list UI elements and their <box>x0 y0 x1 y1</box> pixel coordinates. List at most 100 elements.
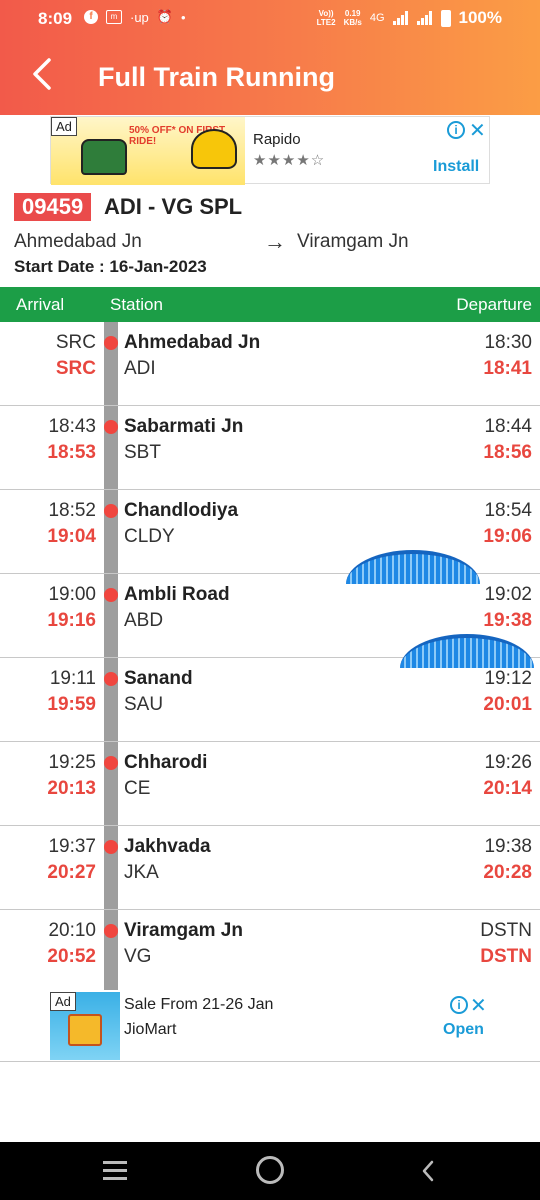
table-row[interactable]: 20:10 20:52 Viramgam Jn VG DSTN DSTN <box>0 910 540 994</box>
table-row[interactable]: SRC SRC Ahmedabad Jn ADI 18:30 18:41 <box>0 322 540 406</box>
table-row[interactable]: 19:37 20:27 Jakhvada JKA 19:38 20:28 <box>0 826 540 910</box>
message-icon: m <box>106 10 122 24</box>
back-button[interactable] <box>22 56 62 96</box>
arrival-scheduled: 19:37 <box>48 836 96 857</box>
facebook-icon: f <box>84 10 98 24</box>
table-row[interactable]: 19:25 20:13 Chharodi CE 19:26 20:14 <box>0 742 540 826</box>
arrival-scheduled: 18:52 <box>48 500 96 521</box>
column-departure: Departure <box>456 295 532 314</box>
departure-actual: 19:38 <box>483 610 532 631</box>
station-code: SBT <box>124 442 161 463</box>
info-icon[interactable]: i <box>450 996 468 1014</box>
station-code: ADI <box>124 358 156 379</box>
auto-rickshaw-image <box>81 139 127 175</box>
alarm-icon: ⏰ <box>156 9 173 24</box>
arrival-scheduled: SRC <box>55 332 96 353</box>
home-icon[interactable] <box>256 1156 284 1184</box>
arrival-actual: 18:53 <box>47 442 96 463</box>
departure-actual: 19:06 <box>483 526 532 547</box>
departure-scheduled: 19:02 <box>484 584 532 605</box>
departure-actual: 20:28 <box>483 862 532 883</box>
station-code: CE <box>124 778 151 799</box>
departure-actual: DSTN <box>480 946 532 967</box>
status-time: 8:09 <box>38 9 73 28</box>
departure-actual: 20:01 <box>483 694 532 715</box>
station-code: VG <box>124 946 152 967</box>
station-code: JKA <box>124 862 159 883</box>
train-number-badge: 09459 <box>14 193 92 221</box>
departure-scheduled: 18:44 <box>484 416 532 437</box>
ad-banner-top[interactable]: 50% OFF* ON FIRST RIDE! Ad Rapido ★★★★☆ … <box>50 116 490 185</box>
station-name: Chharodi <box>124 752 208 773</box>
back-nav-icon[interactable] <box>414 1156 444 1186</box>
ad-badge: Ad <box>50 992 76 1011</box>
departure-scheduled: 18:54 <box>484 500 532 521</box>
arrival-scheduled: 19:11 <box>49 668 96 689</box>
info-icon[interactable]: i <box>447 121 465 139</box>
ad-rating-stars: ★★★★☆ <box>253 152 326 169</box>
close-icon[interactable]: ✕ <box>470 993 487 1018</box>
battery-level: 100% <box>458 8 502 27</box>
ad-badge: Ad <box>51 117 77 136</box>
arrival-scheduled: 20:10 <box>48 920 96 941</box>
open-button[interactable]: Open <box>443 1021 484 1039</box>
battery-icon <box>440 9 451 27</box>
recent-apps-icon[interactable] <box>100 1156 130 1186</box>
start-date: Start Date : 16-Jan-2023 <box>14 257 207 276</box>
arrival-scheduled: 19:00 <box>48 584 96 605</box>
arrival-actual: SRC <box>55 358 96 379</box>
system-nav-bar <box>0 1142 540 1200</box>
shopping-bag-image <box>68 1014 102 1046</box>
station-name: Sanand <box>124 668 193 689</box>
upi-icon: ·up <box>130 9 149 25</box>
departure-scheduled: 19:38 <box>484 836 532 857</box>
station-dot-icon <box>104 504 118 518</box>
departure-scheduled: 18:30 <box>484 332 532 353</box>
departure-actual: 18:41 <box>483 358 532 379</box>
station-code: CLDY <box>124 526 175 547</box>
signal-icon-2 <box>416 11 433 25</box>
close-icon[interactable]: ✕ <box>469 118 486 143</box>
table-row[interactable]: 18:43 18:53 Sabarmati Jn SBT 18:44 18:56 <box>0 406 540 490</box>
schedule-table-header: Arrival Station Departure <box>0 287 540 322</box>
arrival-scheduled: 18:43 <box>48 416 96 437</box>
station-dot-icon <box>104 756 118 770</box>
table-row[interactable]: 19:11 19:59 Sanand SAU 19:12 20:01 <box>0 658 540 742</box>
station-name: Ahmedabad Jn <box>124 332 261 353</box>
arrival-actual: 20:52 <box>47 946 96 967</box>
station-dot-icon <box>104 840 118 854</box>
arrival-actual: 20:13 <box>47 778 96 799</box>
station-dot-icon <box>104 336 118 350</box>
ad-image[interactable]: 50% OFF* ON FIRST RIDE! <box>51 117 245 185</box>
departure-scheduled: DSTN <box>480 920 532 941</box>
column-station: Station <box>110 295 163 314</box>
ad-title[interactable]: Rapido <box>253 131 301 148</box>
departure-scheduled: 19:12 <box>484 668 532 689</box>
system-icons: Vo)) LTE2 0.19 KB/s 4G 100% <box>317 8 502 28</box>
station-code: ABD <box>124 610 164 631</box>
net-speed: 0.19 KB/s <box>343 9 362 27</box>
chevron-left-icon <box>422 1160 434 1182</box>
ad-title[interactable]: Sale From 21-26 Jan <box>124 996 273 1014</box>
station-dot-icon <box>104 924 118 938</box>
station-dot-icon <box>104 672 118 686</box>
arrival-scheduled: 19:25 <box>48 752 96 773</box>
arrival-actual: 19:16 <box>47 610 96 631</box>
install-button[interactable]: Install <box>433 158 479 176</box>
station-code: SAU <box>124 694 164 715</box>
ad-banner-bottom[interactable]: Ad Sale From 21-26 Jan JioMart i ✕ Open <box>0 990 540 1062</box>
train-name: ADI - VG SPL <box>104 194 243 219</box>
departure-scheduled: 19:26 <box>484 752 532 773</box>
arrow-right-icon: → <box>264 229 286 254</box>
to-station: Viramgam Jn <box>297 231 409 252</box>
station-name: Viramgam Jn <box>124 920 243 941</box>
scooter-image <box>191 129 237 169</box>
station-name: Ambli Road <box>124 584 230 605</box>
page-title: Full Train Running <box>98 62 335 92</box>
from-station: Ahmedabad Jn <box>14 231 142 252</box>
app-header: Full Train Running <box>0 38 540 115</box>
departure-actual: 18:56 <box>483 442 532 463</box>
ad-brand[interactable]: JioMart <box>124 1021 176 1039</box>
departure-actual: 20:14 <box>483 778 532 799</box>
station-name: Jakhvada <box>124 836 211 857</box>
